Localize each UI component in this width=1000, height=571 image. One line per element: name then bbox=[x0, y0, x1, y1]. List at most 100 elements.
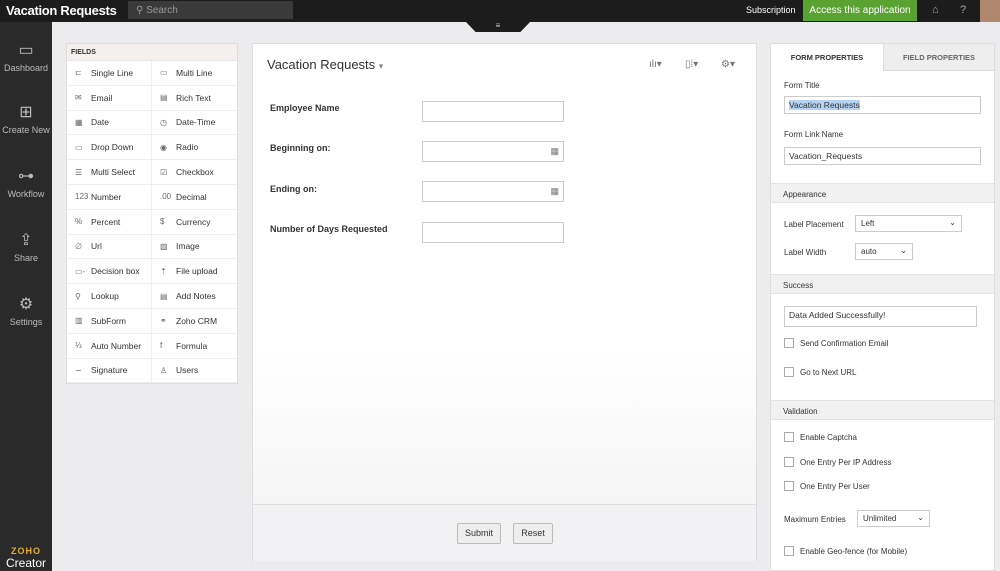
beginning-on-input[interactable]: ▦ bbox=[422, 141, 564, 162]
field-type-email[interactable]: ✉ Email bbox=[67, 85, 152, 111]
field-type-rich-text[interactable]: ▤ Rich Text bbox=[152, 86, 237, 111]
calendar-icon[interactable]: ▦ bbox=[550, 186, 559, 197]
access-application-button[interactable]: Access this application bbox=[803, 0, 917, 21]
form-title-text: Vacation Requests bbox=[267, 57, 376, 72]
menu-toggle[interactable]: ≡ bbox=[466, 22, 530, 32]
field-type-icon: ◉ bbox=[160, 142, 167, 152]
maximum-entries-select[interactable]: Unlimited ⌄ bbox=[857, 510, 930, 527]
form-title[interactable]: Vacation Requests ▾ bbox=[267, 57, 383, 72]
checkbox[interactable] bbox=[784, 481, 794, 491]
one-entry-per-user-checkbox[interactable]: One Entry Per User bbox=[784, 481, 870, 491]
field-type-icon: ▨ bbox=[160, 241, 168, 251]
nav-label: Dashboard bbox=[3, 63, 49, 73]
checkbox[interactable] bbox=[784, 546, 794, 556]
reset-button[interactable]: Reset bbox=[513, 523, 553, 544]
layout-icon[interactable]: ▯⁞▾ bbox=[685, 59, 698, 70]
field-type-multi-select[interactable]: ☰ Multi Select bbox=[67, 160, 152, 185]
field-type-icon: % bbox=[75, 217, 83, 227]
field-type-icon: ▤ bbox=[160, 291, 168, 301]
field-type-icon: ☰ bbox=[75, 167, 83, 177]
subscription-link[interactable]: Subscription bbox=[746, 5, 796, 15]
field-type-icon: $ bbox=[160, 217, 165, 227]
go-to-next-url-checkbox[interactable]: Go to Next URL bbox=[784, 367, 856, 377]
field-type-number[interactable]: 123 Number bbox=[67, 184, 152, 210]
nav-settings[interactable]: ⚙ Settings bbox=[0, 294, 52, 327]
nav-create-new[interactable]: ⊞ Create New bbox=[0, 102, 52, 135]
tab-field-properties[interactable]: FIELD PROPERTIES bbox=[883, 44, 994, 71]
field-type-icon: ▤ bbox=[160, 93, 168, 103]
one-entry-per-ip-checkbox[interactable]: One Entry Per IP Address bbox=[784, 457, 891, 467]
field-type-drop-down[interactable]: ▭ Drop Down bbox=[67, 135, 152, 161]
field-type-lookup[interactable]: ⚲ Lookup bbox=[67, 284, 152, 309]
nav-label: Settings bbox=[9, 317, 43, 327]
field-type-subform[interactable]: ▥ SubForm bbox=[67, 308, 152, 334]
field-type-decision-box[interactable]: ▭- Decision box bbox=[67, 259, 152, 285]
field-type-decimal[interactable]: .00 Decimal bbox=[152, 185, 237, 210]
avatar[interactable] bbox=[980, 0, 1000, 22]
form-title-label: Form Title bbox=[784, 81, 820, 90]
field-type-percent[interactable]: % Percent bbox=[67, 209, 152, 235]
label-placement-label: Label Placement bbox=[784, 220, 844, 229]
fields-header: FIELDS bbox=[67, 44, 237, 61]
field-type-radio[interactable]: ◉ Radio bbox=[152, 135, 237, 161]
field-type-date[interactable]: ▦ Date bbox=[67, 110, 152, 136]
tab-form-properties[interactable]: FORM PROPERTIES bbox=[771, 44, 883, 71]
field-type-label: Zoho CRM bbox=[176, 315, 218, 326]
field-type-users[interactable]: ♙ Users bbox=[152, 359, 237, 384]
field-type-icon: ▭ bbox=[160, 68, 168, 78]
label-placement-select[interactable]: Left ⌄ bbox=[855, 215, 962, 232]
chevron-down-icon: ⌄ bbox=[949, 218, 956, 227]
success-message-input[interactable]: Data Added Successfully! bbox=[784, 306, 977, 327]
field-type-icon: ▭ bbox=[75, 142, 83, 152]
checkbox[interactable] bbox=[784, 457, 794, 467]
enable-geofence-checkbox[interactable]: Enable Geo-fence (for Mobile) bbox=[784, 546, 907, 556]
field-type-url[interactable]: ∅ Url bbox=[67, 234, 152, 260]
calendar-icon[interactable]: ▦ bbox=[550, 146, 559, 157]
field-type-file-upload[interactable]: ⇡ File upload bbox=[152, 259, 237, 285]
field-type-label: Single Line bbox=[91, 67, 134, 78]
field-type-checkbox[interactable]: ☑ Checkbox bbox=[152, 160, 237, 185]
gear-icon[interactable]: ⚙▾ bbox=[721, 59, 735, 70]
field-type-image[interactable]: ▨ Image bbox=[152, 235, 237, 260]
ending-on-input[interactable]: ▦ bbox=[422, 181, 564, 202]
checkbox-label: One Entry Per User bbox=[800, 481, 870, 491]
field-type-formula[interactable]: f Formula bbox=[152, 334, 237, 359]
send-confirmation-email-checkbox[interactable]: Send Confirmation Email bbox=[784, 338, 888, 348]
checkbox[interactable] bbox=[784, 432, 794, 442]
field-type-currency[interactable]: $ Currency bbox=[152, 210, 237, 235]
field-type-date-time[interactable]: ◷ Date-Time bbox=[152, 111, 237, 136]
form-title-value: Vacation Requests bbox=[789, 100, 860, 110]
top-bar: Vacation Requests ⚲ Search Subscription … bbox=[0, 0, 1000, 22]
enable-captcha-checkbox[interactable]: Enable Captcha bbox=[784, 432, 857, 442]
home-icon[interactable]: ⌂ bbox=[932, 4, 939, 16]
field-type-zoho-crm[interactable]: ⚭ Zoho CRM bbox=[152, 309, 237, 334]
form-link-input[interactable]: Vacation_Requests bbox=[784, 147, 981, 165]
help-icon[interactable]: ? bbox=[960, 4, 966, 16]
field-type-icon: ▦ bbox=[75, 117, 83, 127]
form-title-input[interactable]: Vacation Requests bbox=[784, 96, 981, 114]
field-type-auto-number[interactable]: ⅓ Auto Number bbox=[67, 333, 152, 359]
employee-name-input[interactable] bbox=[422, 101, 564, 122]
nav-share[interactable]: ⇪ Share bbox=[0, 230, 52, 263]
field-type-single-line[interactable]: ⊏ Single Line bbox=[67, 61, 152, 86]
chart-icon[interactable]: ılı▾ bbox=[649, 59, 662, 70]
field-type-signature[interactable]: ∽ Signature bbox=[67, 358, 152, 384]
field-type-label: Date bbox=[91, 117, 109, 128]
submit-button[interactable]: Submit bbox=[457, 523, 501, 544]
label-ending-on: Ending on: bbox=[270, 184, 317, 194]
nav-dashboard[interactable]: ▭ Dashboard bbox=[0, 40, 52, 73]
app-title: Vacation Requests bbox=[6, 3, 117, 18]
field-type-icon: ▥ bbox=[75, 316, 83, 326]
gear-icon: ⚙ bbox=[18, 296, 34, 313]
field-type-multi-line[interactable]: ▭ Multi Line bbox=[152, 61, 237, 86]
checkbox[interactable] bbox=[784, 367, 794, 377]
nav-workflow[interactable]: ⊶ Workflow bbox=[0, 166, 52, 199]
field-type-add-notes[interactable]: ▤ Add Notes bbox=[152, 284, 237, 309]
monitor-icon: ▭ bbox=[18, 42, 34, 59]
days-requested-input[interactable] bbox=[422, 222, 564, 243]
checkbox[interactable] bbox=[784, 338, 794, 348]
field-type-icon: f bbox=[160, 341, 163, 351]
nav-label: Workflow bbox=[7, 189, 45, 199]
label-width-select[interactable]: auto ⌄ bbox=[855, 243, 913, 260]
search-input[interactable]: ⚲ Search bbox=[128, 1, 293, 19]
